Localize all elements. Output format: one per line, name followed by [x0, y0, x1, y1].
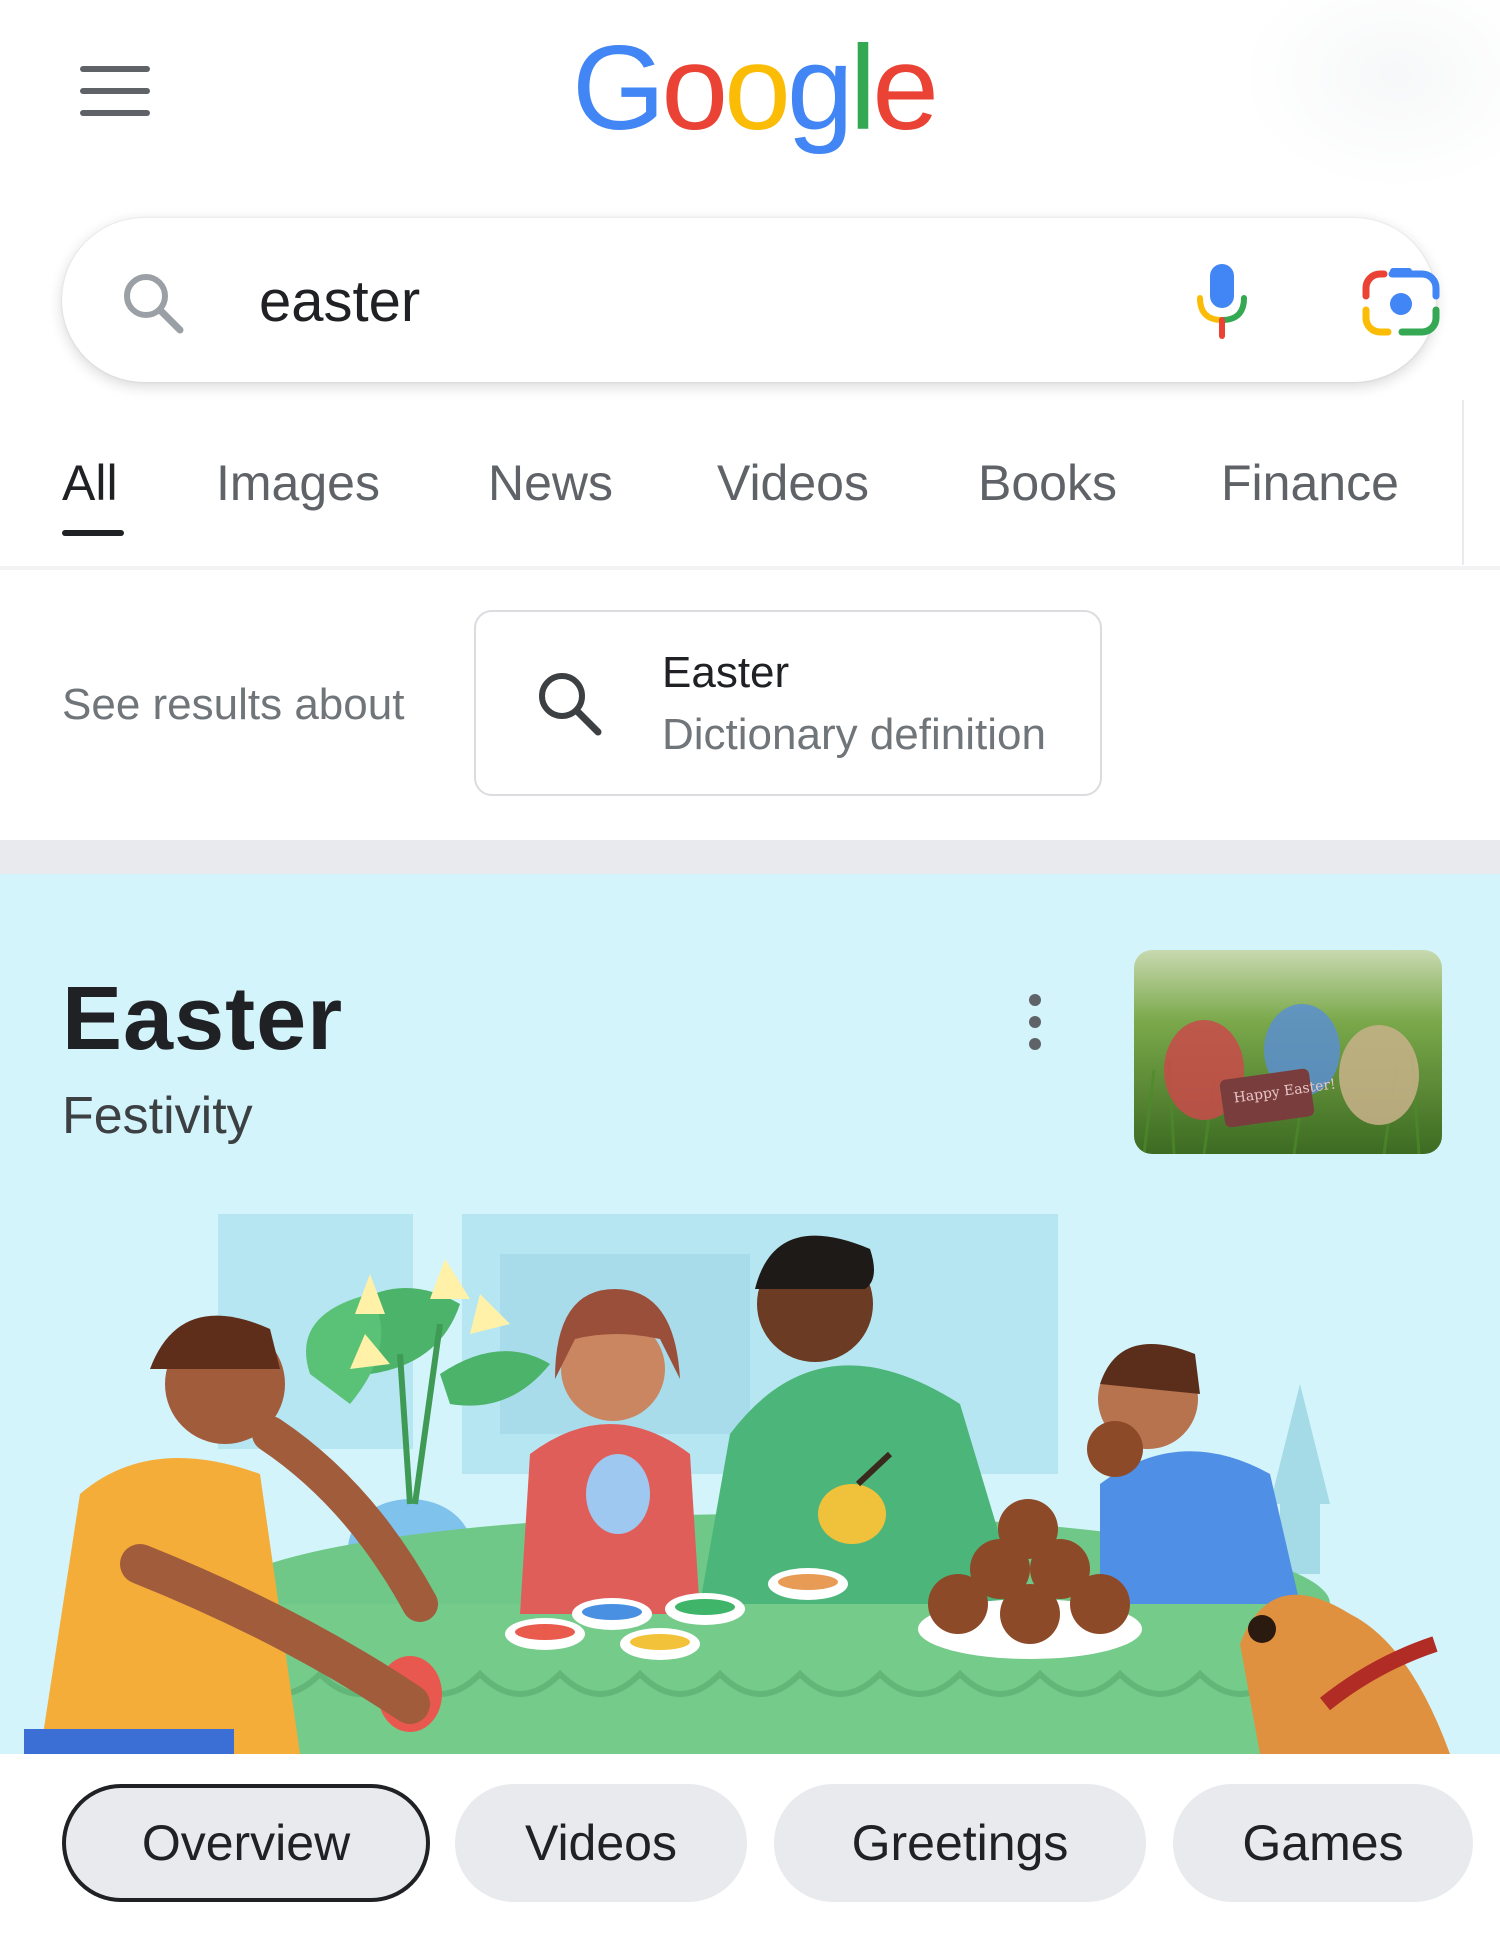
- kp-subtitle: Festivity: [62, 1087, 253, 1145]
- easter-family-illustration: [24, 1214, 1450, 1754]
- section-separator: [0, 840, 1500, 874]
- top-bar: Google: [0, 0, 1500, 190]
- search-input[interactable]: [257, 256, 1061, 346]
- chip-games[interactable]: Games: [1173, 1784, 1473, 1902]
- search-box[interactable]: [62, 218, 1440, 382]
- divider: [1462, 400, 1464, 565]
- menu-line: [80, 110, 150, 116]
- search-icon: [118, 268, 188, 343]
- menu-line: [80, 88, 150, 94]
- tab-finance[interactable]: Finance: [1221, 454, 1399, 512]
- chip-videos[interactable]: Videos: [455, 1784, 747, 1902]
- tab-images[interactable]: Images: [216, 454, 380, 512]
- microphone-icon[interactable]: [1192, 262, 1252, 347]
- kp-title: Easter: [62, 969, 344, 1069]
- divider: [0, 566, 1500, 570]
- dictionary-definition-chip[interactable]: Easter Dictionary definition: [474, 610, 1102, 796]
- chip-title: Easter: [662, 648, 790, 697]
- search-icon: [534, 668, 606, 745]
- chip-overview[interactable]: Overview: [62, 1784, 430, 1902]
- tab-news[interactable]: News: [488, 454, 613, 512]
- menu-line: [80, 66, 150, 72]
- see-results-label: See results about: [62, 680, 405, 729]
- logo-letter: G: [572, 21, 665, 155]
- faded-overlay: [1240, 0, 1500, 190]
- logo-letter: g: [786, 21, 854, 155]
- logo-letter: o: [661, 21, 728, 155]
- search-tabs: All Images News Videos Books Finance: [0, 414, 1462, 564]
- google-lens-icon[interactable]: [1362, 266, 1440, 343]
- topic-chips: Overview Videos Greetings Games: [0, 1754, 1500, 1954]
- knowledge-panel: Easter Festivity Happy Easter!: [0, 874, 1500, 1754]
- easter-eggs-thumbnail[interactable]: Happy Easter!: [1134, 950, 1442, 1154]
- google-logo[interactable]: Google: [572, 21, 939, 155]
- chip-greetings[interactable]: Greetings: [774, 1784, 1146, 1902]
- logo-letter: o: [724, 21, 791, 155]
- logo-letter: e: [872, 21, 939, 155]
- tab-books[interactable]: Books: [978, 454, 1117, 512]
- active-tab-indicator: [62, 530, 124, 536]
- tab-videos[interactable]: Videos: [717, 454, 869, 512]
- hamburger-menu-button[interactable]: [80, 66, 150, 116]
- more-options-icon[interactable]: [1020, 994, 1050, 1054]
- tab-all[interactable]: All: [62, 454, 118, 512]
- chip-subtitle: Dictionary definition: [662, 710, 1046, 759]
- logo-letter: l: [849, 21, 877, 155]
